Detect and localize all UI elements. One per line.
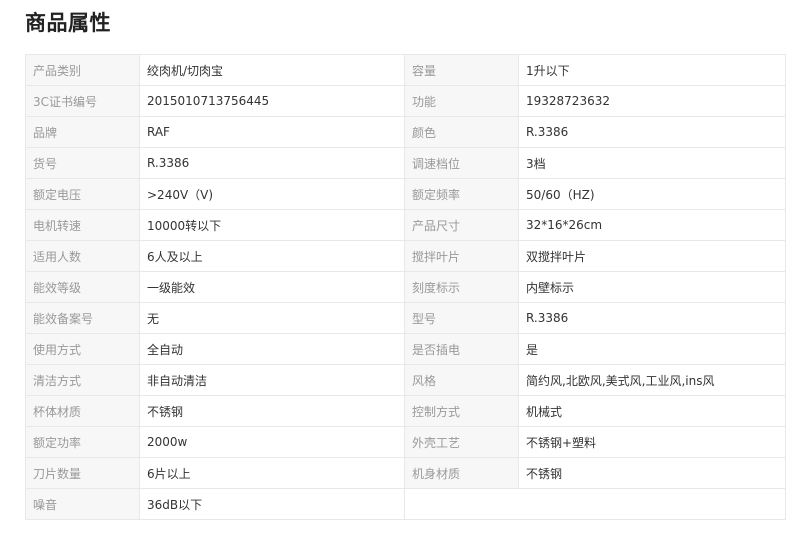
attribute-name: 额定频率	[404, 178, 519, 210]
attribute-name: 能效等级	[25, 271, 140, 303]
attribute-name: 搅拌叶片	[404, 240, 519, 272]
attribute-value: 无	[139, 302, 405, 334]
table-row: 杯体材质 不锈钢 控制方式 机械式	[25, 395, 786, 427]
attribute-value: R.3386	[518, 302, 786, 334]
attribute-value: 6人及以上	[139, 240, 405, 272]
table-row: 刀片数量 6片以上 机身材质 不锈钢	[25, 457, 786, 489]
attribute-value: 内壁标示	[518, 271, 786, 303]
attribute-value: 1升以下	[518, 54, 786, 86]
attribute-name: 调速档位	[404, 147, 519, 179]
empty-cell	[404, 488, 786, 520]
attribute-value: R.3386	[139, 147, 405, 179]
attribute-value: 不锈钢+塑料	[518, 426, 786, 458]
attribute-value: 全自动	[139, 333, 405, 365]
table-row: 3C证书编号 2015010713756445 功能 19328723632	[25, 85, 786, 117]
attribute-value: 2015010713756445	[139, 85, 405, 117]
attribute-value: 36dB以下	[139, 488, 405, 520]
attribute-name: 使用方式	[25, 333, 140, 365]
table-row: 能效等级 一级能效 刻度标示 内壁标示	[25, 271, 786, 303]
attribute-value: 6片以上	[139, 457, 405, 489]
attribute-value: 机械式	[518, 395, 786, 427]
attribute-value: 非自动清洁	[139, 364, 405, 396]
attribute-name: 控制方式	[404, 395, 519, 427]
attribute-value: 3档	[518, 147, 786, 179]
attribute-name: 清洁方式	[25, 364, 140, 396]
attribute-name: 容量	[404, 54, 519, 86]
attribute-name: 额定功率	[25, 426, 140, 458]
table-row: 货号 R.3386 调速档位 3档	[25, 147, 786, 179]
attribute-value: 2000w	[139, 426, 405, 458]
attribute-name: 是否插电	[404, 333, 519, 365]
attribute-value: 双搅拌叶片	[518, 240, 786, 272]
attribute-value: 19328723632	[518, 85, 786, 117]
attribute-name: 颜色	[404, 116, 519, 148]
attribute-name: 产品尺寸	[404, 209, 519, 241]
attribute-name: 功能	[404, 85, 519, 117]
attribute-name: 杯体材质	[25, 395, 140, 427]
table-row: 额定电压 >240V（V) 额定频率 50/60（HZ)	[25, 178, 786, 210]
attribute-name: 刀片数量	[25, 457, 140, 489]
attribute-name: 适用人数	[25, 240, 140, 272]
attribute-value: 不锈钢	[139, 395, 405, 427]
page-title: 商品属性	[25, 11, 111, 35]
attribute-value: 一级能效	[139, 271, 405, 303]
attribute-value: 简约风,北欧风,美式风,工业风,ins风	[518, 364, 786, 396]
table-row: 品牌 RAF 颜色 R.3386	[25, 116, 786, 148]
attribute-name: 货号	[25, 147, 140, 179]
attribute-value: 不锈钢	[518, 457, 786, 489]
table-row: 额定功率 2000w 外壳工艺 不锈钢+塑料	[25, 426, 786, 458]
table-row: 噪音 36dB以下	[25, 488, 786, 520]
attribute-name: 型号	[404, 302, 519, 334]
attribute-name: 风格	[404, 364, 519, 396]
table-row: 适用人数 6人及以上 搅拌叶片 双搅拌叶片	[25, 240, 786, 272]
attribute-name: 噪音	[25, 488, 140, 520]
attribute-value: 32*16*26cm	[518, 209, 786, 241]
attribute-name: 产品类别	[25, 54, 140, 86]
attributes-table-body: 产品类别 绞肉机/切肉宝 容量 1升以下 3C证书编号 2015010713756445 功…	[25, 54, 786, 520]
product-attributes-table: 产品类别 绞肉机/切肉宝 容量 1升以下 3C证书编号 2015010713756445 功…	[25, 54, 786, 520]
attribute-value: RAF	[139, 116, 405, 148]
table-row: 使用方式 全自动 是否插电是	[25, 333, 786, 365]
table-row: 清洁方式 非自动清洁 风格 简约风,北欧风,美式风,工业风,ins风	[25, 364, 786, 396]
attribute-name: 机身材质	[404, 457, 519, 489]
attribute-name: 3C证书编号	[25, 85, 140, 117]
attribute-value: 10000转以下	[139, 209, 405, 241]
table-row: 能效备案号无型号 R.3386	[25, 302, 786, 334]
attribute-value: 50/60（HZ)	[518, 178, 786, 210]
attribute-name: 额定电压	[25, 178, 140, 210]
attribute-name: 品牌	[25, 116, 140, 148]
attribute-value: 是	[518, 333, 786, 365]
attribute-value: R.3386	[518, 116, 786, 148]
table-row: 产品类别 绞肉机/切肉宝 容量 1升以下	[25, 54, 786, 86]
attribute-name: 刻度标示	[404, 271, 519, 303]
attribute-value: >240V（V)	[139, 178, 405, 210]
attribute-name: 电机转速	[25, 209, 140, 241]
attribute-name: 能效备案号	[25, 302, 140, 334]
table-row: 电机转速 10000转以下 产品尺寸 32*16*26cm	[25, 209, 786, 241]
attribute-value: 绞肉机/切肉宝	[139, 54, 405, 86]
attribute-name: 外壳工艺	[404, 426, 519, 458]
